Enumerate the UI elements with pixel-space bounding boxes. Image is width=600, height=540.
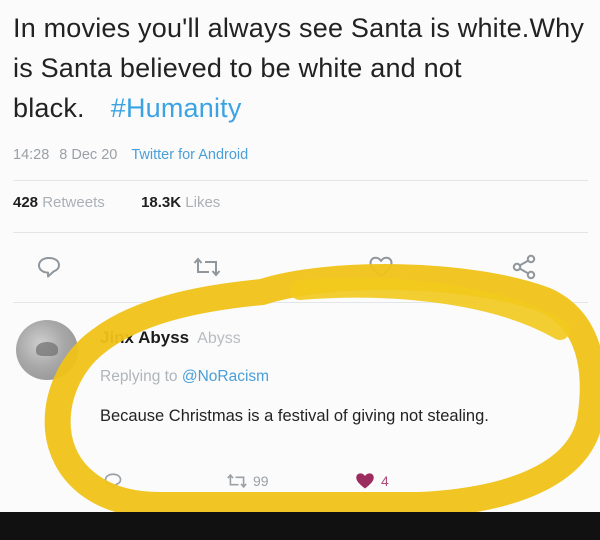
retweets-label: Retweets xyxy=(42,194,105,211)
reply-text: Because Christmas is a festival of givin… xyxy=(100,407,489,425)
tweet-text-block: In movies you'll always see Santa is whi… xyxy=(13,8,588,128)
tweet-body: In movies you'll always see Santa is whi… xyxy=(13,13,585,123)
retweet-icon xyxy=(193,257,221,277)
share-icon xyxy=(512,254,536,280)
hashtag-link[interactable]: #Humanity xyxy=(111,93,242,123)
tweet-date: 8 Dec 20 xyxy=(59,147,118,163)
retweet-icon xyxy=(227,473,247,489)
bottom-bar xyxy=(0,512,600,540)
tweet-client-link[interactable]: Twitter for Android xyxy=(131,147,248,163)
divider xyxy=(13,180,588,181)
reply-author-handle: Abyss xyxy=(197,330,241,347)
like-button[interactable] xyxy=(365,252,397,282)
reply-retweet-count: 99 xyxy=(253,473,269,489)
tweet-screenshot: In movies you'll always see Santa is whi… xyxy=(0,0,600,540)
tweet-stats: 428 Retweets 18.3K Likes xyxy=(13,194,220,211)
retweets-count[interactable]: 428 xyxy=(13,194,38,211)
avatar[interactable] xyxy=(16,320,78,380)
share-button[interactable] xyxy=(508,252,540,282)
likes-label: Likes xyxy=(185,194,221,211)
divider xyxy=(13,302,588,303)
replying-to-mention[interactable]: @NoRacism xyxy=(182,368,269,385)
reply-author[interactable]: Jinx Abyss Abyss xyxy=(100,328,241,348)
reply-reply-button[interactable] xyxy=(100,468,126,494)
likes-count[interactable]: 18.3K xyxy=(141,194,181,211)
replying-to-label: Replying to xyxy=(100,368,178,385)
replying-to-line: Replying to @NoRacism xyxy=(100,368,269,386)
tweet-time: 14:28 xyxy=(13,147,50,163)
reply-like-button[interactable]: 4 xyxy=(354,468,414,494)
reply-retweet-button[interactable]: 99 xyxy=(226,468,296,494)
reply-like-count: 4 xyxy=(381,473,389,489)
reply-button[interactable] xyxy=(34,252,64,282)
reply-icon xyxy=(104,473,122,489)
retweet-button[interactable] xyxy=(190,252,224,282)
tweet-meta: 14:28 8 Dec 20 Twitter for Android xyxy=(13,147,258,163)
reply-icon xyxy=(38,257,60,278)
divider xyxy=(13,232,588,233)
heart-icon xyxy=(369,256,393,277)
reply-author-name: Jinx Abyss xyxy=(100,328,190,347)
heart-filled-icon xyxy=(356,473,374,489)
